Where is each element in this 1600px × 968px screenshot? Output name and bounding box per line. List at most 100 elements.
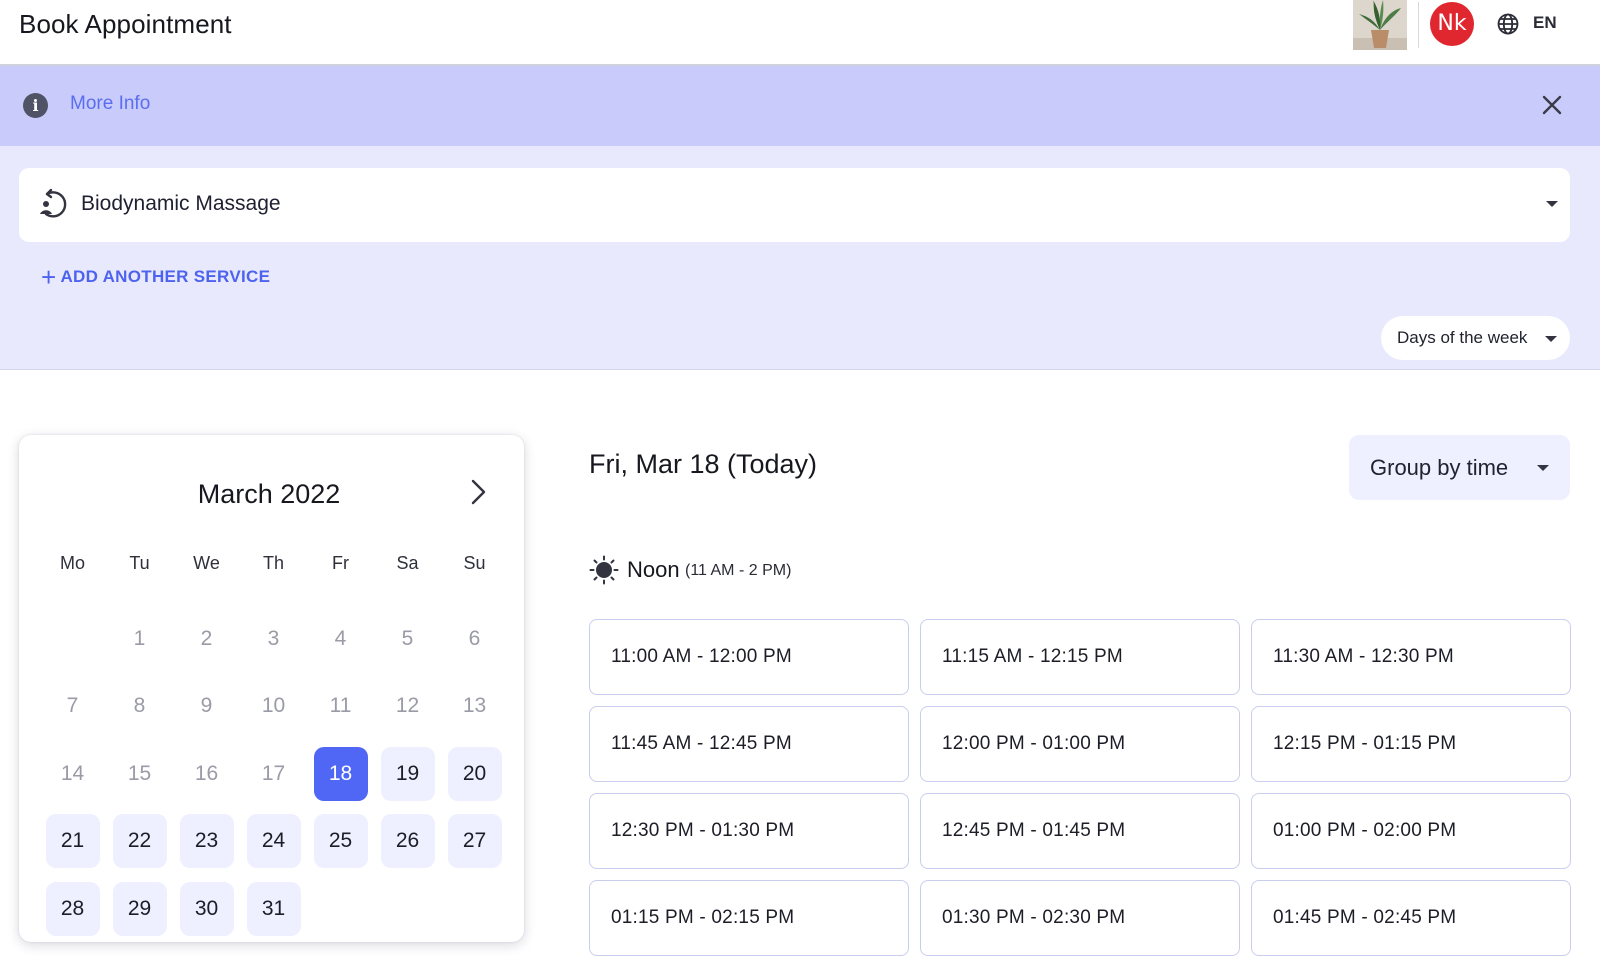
user-avatar[interactable]: Nk: [1430, 2, 1474, 46]
weekday-header: Mo Tu We Th Fr Sa Su: [39, 553, 499, 574]
calendar-day: 15: [106, 740, 173, 808]
weekday-label: Tu: [129, 553, 150, 573]
calendar-day[interactable]: 25: [307, 808, 374, 876]
calendar-day-number: 4: [334, 626, 347, 650]
calendar-day-number: 17: [261, 761, 286, 785]
calendar-day: 17: [240, 740, 307, 808]
calendar-day-number: 13: [462, 694, 487, 718]
calendar-day-number: 8: [133, 694, 146, 718]
calendar-blank: [39, 605, 106, 673]
time-slot-button[interactable]: 11:15 AM - 12:15 PM: [920, 619, 1240, 695]
language-selector[interactable]: EN: [1533, 13, 1557, 33]
calendar-day: 11: [307, 673, 374, 741]
service-name: Biodynamic Massage: [81, 192, 281, 215]
calendar-day: 5: [374, 605, 441, 673]
calendar-day-number: 23: [179, 814, 234, 869]
calendar-day-number: 26: [380, 814, 435, 869]
calendar-day: 8: [106, 673, 173, 741]
days-of-week-label: Days of the week: [1397, 328, 1528, 347]
service-panel: Biodynamic Massage + ADD ANOTHER SERVICE …: [0, 146, 1600, 370]
calendar-day: 16: [173, 740, 240, 808]
calendar-day-number: 10: [261, 694, 286, 718]
calendar-day-number: 22: [112, 814, 167, 869]
calendar-day[interactable]: 24: [240, 808, 307, 876]
calendar-day-number: 28: [45, 881, 100, 936]
calendar-day[interactable]: 31: [240, 875, 307, 943]
calendar-day[interactable]: 19: [374, 740, 441, 808]
calendar-day-number: 15: [127, 761, 152, 785]
calendar-day-number: 31: [246, 881, 301, 936]
service-select[interactable]: Biodynamic Massage: [19, 168, 1570, 242]
calendar-day-selected[interactable]: 18: [307, 740, 374, 808]
calendar-day: 12: [374, 673, 441, 741]
calendar-day[interactable]: 30: [173, 875, 240, 943]
time-slot-button[interactable]: 12:45 PM - 01:45 PM: [920, 793, 1240, 869]
calendar-day: 14: [39, 740, 106, 808]
calendar-day-number: 2: [200, 626, 213, 650]
calendar-day-number: 30: [179, 881, 234, 936]
chevron-right-icon[interactable]: [467, 477, 489, 507]
sun-icon: [589, 555, 619, 585]
close-icon[interactable]: [1539, 92, 1565, 118]
calendar-day[interactable]: 28: [39, 875, 106, 943]
business-logo[interactable]: [1353, 0, 1407, 50]
globe-icon[interactable]: [1496, 12, 1520, 36]
add-service-label: ADD ANOTHER SERVICE: [60, 267, 271, 286]
calendar-day-number: 7: [66, 694, 79, 718]
period-name: Noon: [627, 557, 680, 582]
calendar-day[interactable]: 27: [441, 808, 508, 876]
info-icon: i: [23, 93, 48, 118]
calendar-day-number: 18: [313, 746, 368, 801]
calendar-day[interactable]: 23: [173, 808, 240, 876]
time-slot-button[interactable]: 11:00 AM - 12:00 PM: [589, 619, 909, 695]
time-slot-button[interactable]: 11:30 AM - 12:30 PM: [1251, 619, 1571, 695]
calendar-day[interactable]: 20: [441, 740, 508, 808]
calendar-day: 13: [441, 673, 508, 741]
time-slot-button[interactable]: 01:45 PM - 02:45 PM: [1251, 880, 1571, 956]
period-range: (11 AM - 2 PM): [685, 562, 792, 579]
calendar-day: 3: [240, 605, 307, 673]
calendar-day-number: 1: [133, 626, 146, 650]
calendar-day: 4: [307, 605, 374, 673]
time-slot-button[interactable]: 12:30 PM - 01:30 PM: [589, 793, 909, 869]
plus-icon: +: [41, 262, 57, 292]
calendar-day-number: 9: [200, 694, 213, 718]
massage-icon: [38, 187, 70, 221]
weekday-label: Fr: [332, 553, 349, 573]
calendar-day[interactable]: 22: [106, 808, 173, 876]
calendar-day-number: 3: [267, 626, 280, 650]
calendar-day-number: 12: [395, 694, 420, 718]
days-of-week-dropdown[interactable]: Days of the week: [1381, 316, 1570, 360]
time-slot-button[interactable]: 11:45 AM - 12:45 PM: [589, 706, 909, 782]
calendar-day-number: 5: [401, 626, 414, 650]
weekday-label: We: [193, 553, 220, 573]
calendar-day: 6: [441, 605, 508, 673]
calendar-day-number: 25: [313, 814, 368, 869]
weekday-label: Su: [463, 553, 486, 573]
more-info-link[interactable]: More Info: [70, 93, 150, 115]
time-slot-button[interactable]: 01:30 PM - 02:30 PM: [920, 880, 1240, 956]
chevron-down-icon: [1546, 201, 1558, 207]
time-slot-grid: 11:00 AM - 12:00 PM 11:15 AM - 12:15 PM 11…: [589, 619, 1571, 956]
calendar-day-number: 21: [45, 814, 100, 869]
calendar-day-number: 16: [194, 761, 219, 785]
time-slot-button[interactable]: 12:15 PM - 01:15 PM: [1251, 706, 1571, 782]
selected-date-heading: Fri, Mar 18 (Today): [589, 449, 818, 479]
group-by-label: Group by time: [1370, 455, 1509, 480]
calendar-day: 2: [173, 605, 240, 673]
calendar-day[interactable]: 26: [374, 808, 441, 876]
weekday-label: Mo: [59, 553, 85, 573]
time-slot-button[interactable]: 12:00 PM - 01:00 PM: [920, 706, 1240, 782]
time-slot-button[interactable]: 01:00 PM - 02:00 PM: [1251, 793, 1571, 869]
calendar-day: 9: [173, 673, 240, 741]
calendar-day[interactable]: 29: [106, 875, 173, 943]
calendar-grid: 1 2 3 4 5 6 7 8 9 10 11 12 13 14 15 16 17 18 19 20 21 22 23 24 2…: [39, 605, 509, 943]
group-by-dropdown[interactable]: Group by time: [1349, 435, 1570, 500]
calendar-day[interactable]: 21: [39, 808, 106, 876]
info-banner: i More Info: [0, 66, 1600, 146]
add-service-button[interactable]: + ADD ANOTHER SERVICE: [41, 262, 270, 293]
month-label: March 2022: [197, 479, 341, 509]
time-slot-button[interactable]: 01:15 PM - 02:15 PM: [589, 880, 909, 956]
calendar-day: 7: [39, 673, 106, 741]
calendar-day: 1: [106, 605, 173, 673]
